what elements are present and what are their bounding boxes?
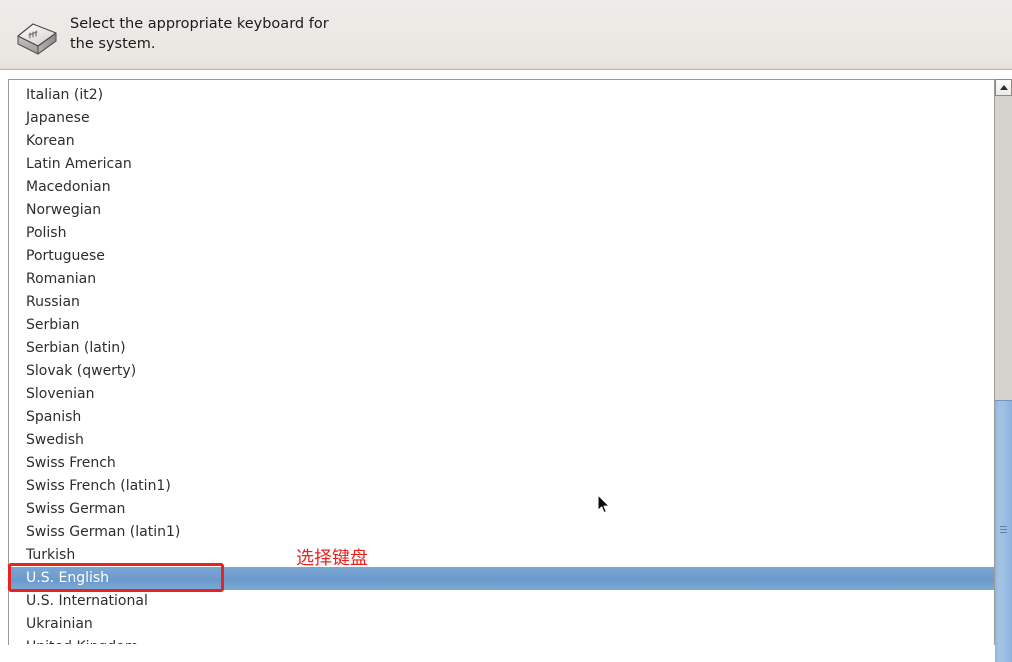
instruction-header: Select the appropriate keyboard for the … <box>0 0 1012 70</box>
header-content: Select the appropriate keyboard for the … <box>0 0 1012 57</box>
keyboard-list-item[interactable]: United Kingdom <box>9 636 995 644</box>
keyboard-list-item[interactable]: Macedonian <box>9 176 995 199</box>
keyboard-list-item[interactable]: Serbian (latin) <box>9 337 995 360</box>
vertical-scrollbar[interactable] <box>994 79 1012 662</box>
keyboard-list-item[interactable]: Turkish <box>9 544 995 567</box>
keyboard-list-item[interactable]: Japanese <box>9 107 995 130</box>
keyboard-keycap-icon <box>14 13 60 57</box>
keyboard-list-item[interactable]: Romanian <box>9 268 995 291</box>
instruction-line-2: the system. <box>70 36 156 52</box>
keyboard-list-item[interactable]: Slovenian <box>9 383 995 406</box>
keyboard-list-panel: Italian (it2) Japanese Korean Latin America… <box>8 79 1012 645</box>
keyboard-list-item[interactable]: Italian (it2) <box>9 84 995 107</box>
instruction-line-1: Select the appropriate keyboard for <box>70 16 329 32</box>
instruction-text: Select the appropriate keyboard for the … <box>70 12 329 54</box>
keyboard-list-item[interactable]: Serbian <box>9 314 995 337</box>
keyboard-list-item[interactable]: U.S. International <box>9 590 995 613</box>
annotation-label: 选择键盘 <box>296 548 368 569</box>
keyboard-list-item[interactable]: Russian <box>9 291 995 314</box>
triangle-up-icon <box>999 85 1008 90</box>
keyboard-list-item[interactable]: Slovak (qwerty) <box>9 360 995 383</box>
keyboard-list-item[interactable]: Spanish <box>9 406 995 429</box>
keyboard-list-item[interactable]: Swedish <box>9 429 995 452</box>
keyboard-list-item[interactable]: Norwegian <box>9 199 995 222</box>
scrollbar-thumb[interactable] <box>995 400 1012 662</box>
keyboard-list-item[interactable]: Latin American <box>9 153 995 176</box>
keyboard-list-viewport[interactable]: Italian (it2) Japanese Korean Latin America… <box>9 80 995 644</box>
keyboard-list-item[interactable]: Swiss German (latin1) <box>9 521 995 544</box>
keyboard-list-item[interactable]: Korean <box>9 130 995 153</box>
scroll-up-button[interactable] <box>995 79 1012 96</box>
keyboard-list[interactable]: Italian (it2) Japanese Korean Latin America… <box>9 84 995 644</box>
keyboard-list-item[interactable]: Swiss French (latin1) <box>9 475 995 498</box>
scrollbar-track[interactable] <box>995 96 1012 662</box>
keyboard-list-item[interactable]: Portuguese <box>9 245 995 268</box>
keyboard-list-item[interactable]: Polish <box>9 222 995 245</box>
keyboard-list-item[interactable]: Ukrainian <box>9 613 995 636</box>
keyboard-list-item[interactable]: Swiss French <box>9 452 995 475</box>
scrollbar-grip-icon <box>1000 526 1007 535</box>
keyboard-list-item[interactable]: U.S. English <box>9 567 995 590</box>
keyboard-list-item[interactable]: Swiss German <box>9 498 995 521</box>
